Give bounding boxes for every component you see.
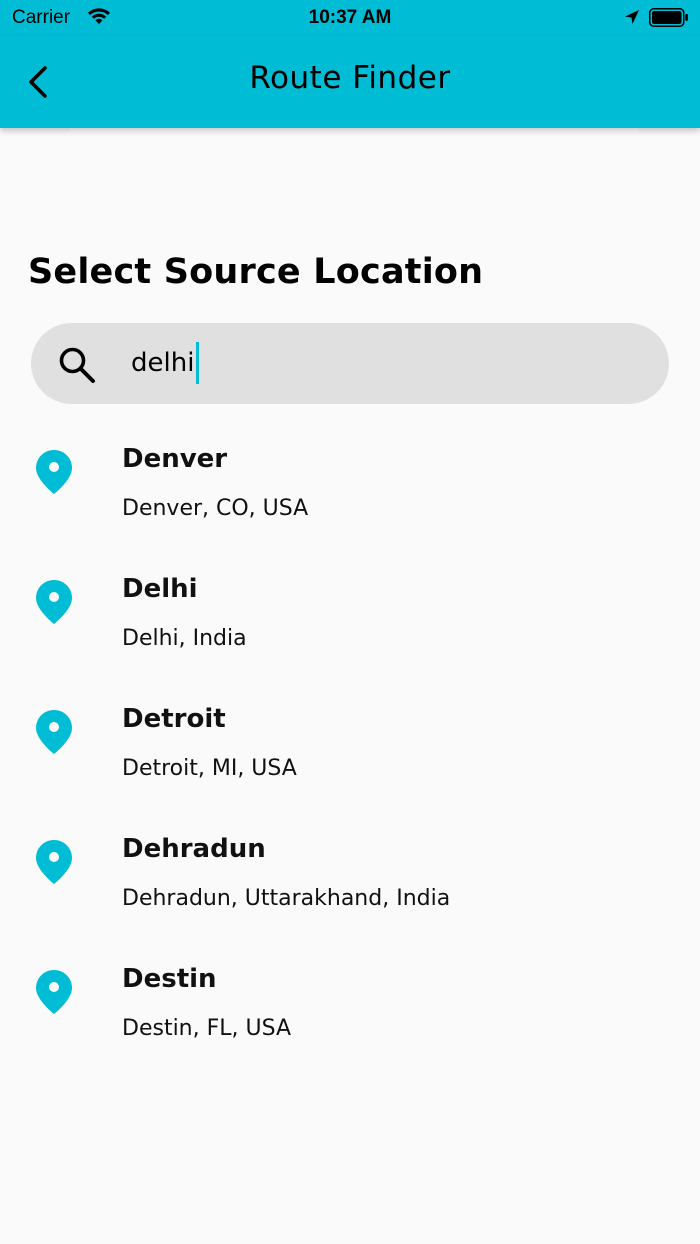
app-bar: Route Finder [0,36,700,128]
map-pin-icon [36,580,72,624]
result-address: Destin, FL, USA [122,1016,292,1041]
result-address: Detroit, MI, USA [122,756,297,781]
result-address: Delhi, India [122,626,247,651]
list-item[interactable]: Destin Destin, FL, USA [0,950,700,1080]
result-name: Detroit [122,704,226,734]
result-name: Destin [122,964,217,994]
section-title: Select Source Location [28,252,484,292]
search-input[interactable] [131,341,631,385]
content-card-edge [69,128,639,132]
result-name: Dehradun [122,834,266,864]
list-item[interactable]: Dehradun Dehradun, Uttarakhand, India [0,820,700,950]
text-cursor [196,342,199,384]
result-address: Dehradun, Uttarakhand, India [122,886,451,911]
status-bar: Carrier 10:37 AM [0,0,700,36]
map-pin-icon [36,840,72,884]
list-item[interactable]: Delhi Delhi, India [0,560,700,690]
battery-icon [649,8,688,27]
map-pin-icon [36,710,72,754]
search-icon[interactable] [56,344,98,386]
result-name: Delhi [122,574,198,604]
location-arrow-icon [625,10,639,24]
list-item[interactable]: Denver Denver, CO, USA [0,430,700,560]
list-item[interactable]: Detroit Detroit, MI, USA [0,690,700,820]
result-name: Denver [122,444,228,474]
result-address: Denver, CO, USA [122,496,309,521]
clock: 10:37 AM [308,7,392,28]
map-pin-icon [36,450,72,494]
page-title: Route Finder [249,60,451,96]
map-pin-icon [36,970,72,1014]
results-list: Denver Denver, CO, USA Delhi Delhi, Indi… [0,430,700,1080]
